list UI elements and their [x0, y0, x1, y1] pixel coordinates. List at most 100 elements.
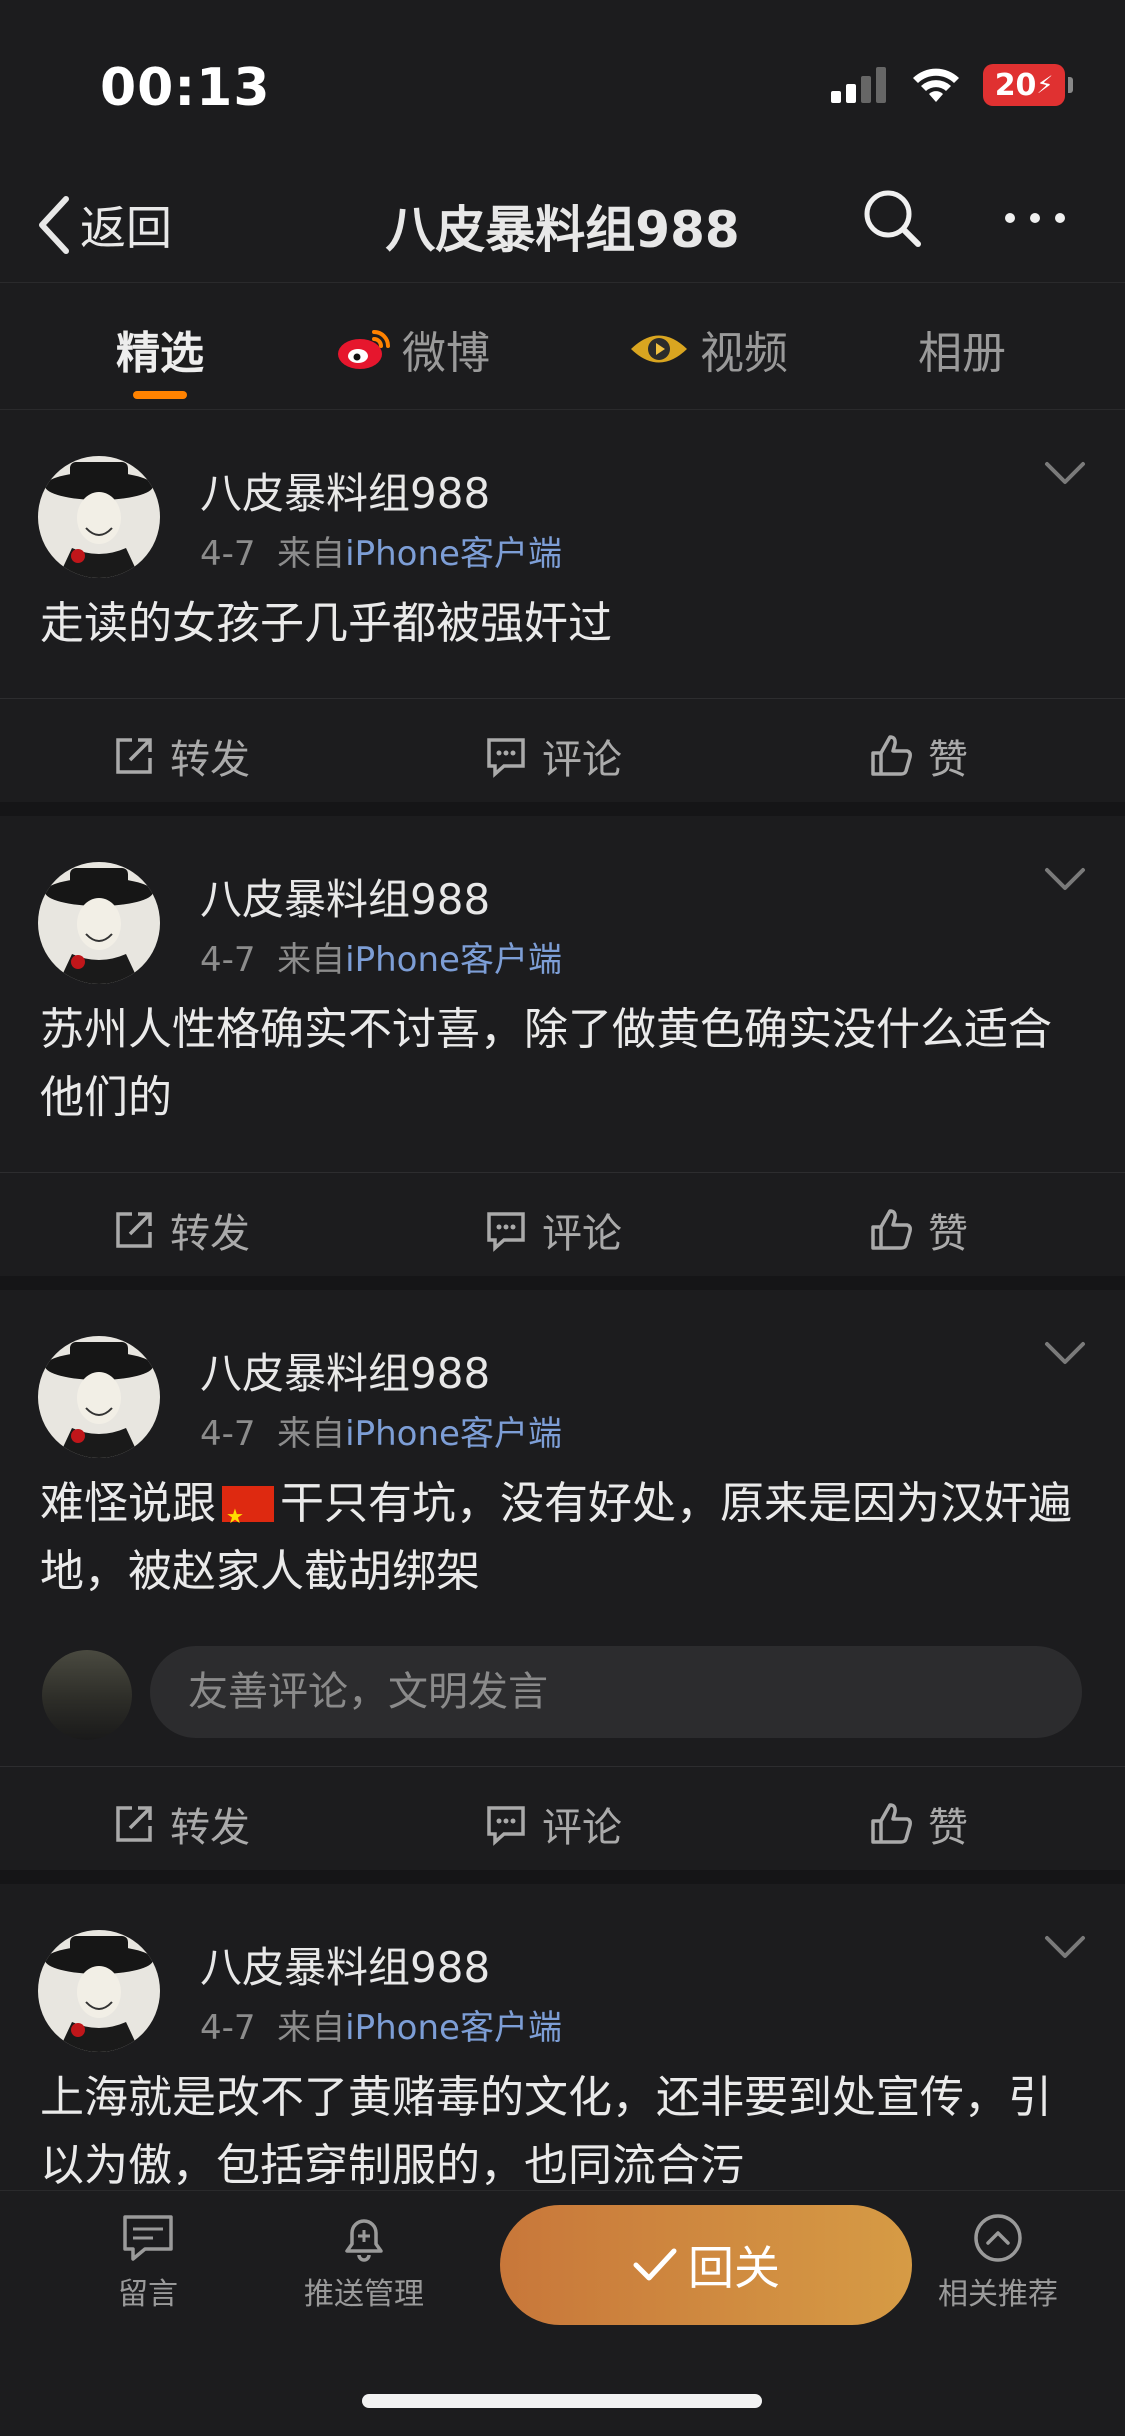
chevron-down-icon[interactable]: [1043, 1340, 1087, 1366]
thumbs-up-icon: [871, 1209, 912, 1250]
tab-weibo[interactable]: 微博: [336, 317, 490, 381]
author-name[interactable]: 八皮暴料组988: [200, 1934, 490, 1995]
repost-label: 转发: [170, 1805, 250, 1851]
like-label: 赞: [928, 1211, 968, 1257]
related-recommend-button[interactable]: 相关推荐: [918, 2211, 1078, 2313]
follow-back-button[interactable]: 回关: [500, 2205, 912, 2325]
repost-icon: [116, 1212, 152, 1248]
battery-level: 20: [994, 67, 1037, 103]
tab-featured[interactable]: 精选: [116, 317, 204, 381]
post-actions: 转发 评论 赞: [0, 1766, 1125, 1870]
comment-icon: [487, 738, 525, 778]
push-label: 推送管理: [304, 2277, 424, 2312]
post-text[interactable]: 走读的女孩子几乎都被强奸过: [0, 560, 1125, 658]
message-icon: [123, 2215, 173, 2261]
post-from: 来自: [277, 1414, 346, 1454]
post-header: 八皮暴料组988 4-7 来自iPhone客户端: [0, 816, 1125, 984]
video-eye-icon: [631, 335, 687, 363]
author-name[interactable]: 八皮暴料组988: [200, 866, 490, 927]
post-text[interactable]: 难怪说跟干只有坑，没有好处，原来是因为汉奸遍地，被赵家人截胡绑架: [0, 1440, 1125, 1606]
post-card: 八皮暴料组988 4-7 来自iPhone客户端 苏州人性格确实不讨喜，除了做黄…: [0, 816, 1125, 1290]
avatar-mask-image: [38, 456, 160, 578]
quick-comment-row: 友善评论，文明发言: [0, 1636, 1125, 1756]
repost-icon: [116, 1806, 152, 1842]
search-icon[interactable]: [860, 186, 924, 250]
post-header: 八皮暴料组988 4-7 来自iPhone客户端: [0, 1290, 1125, 1458]
avatar[interactable]: [38, 1930, 160, 2052]
tab-active-indicator: [133, 391, 187, 399]
repost-icon: [116, 738, 152, 774]
post-meta: 4-7 来自iPhone客户端: [200, 1406, 562, 1455]
author-name[interactable]: 八皮暴料组988: [200, 460, 490, 521]
like-label: 赞: [928, 1805, 968, 1851]
post-source[interactable]: iPhone客户端: [345, 940, 562, 980]
post-text[interactable]: 上海就是改不了黄赌毒的文化，还非要到处宣传，引以为傲，包括穿制服的，也同流合污: [0, 2034, 1125, 2190]
tab-video-label: 视频: [700, 328, 788, 379]
message-button[interactable]: 留言: [68, 2211, 228, 2313]
repost-button[interactable]: 转发: [112, 1201, 250, 1259]
comment-icon: [487, 1806, 525, 1846]
signal-icon: [831, 67, 886, 103]
repost-label: 转发: [170, 1211, 250, 1257]
status-time: 00:13: [100, 58, 271, 118]
post-card: 八皮暴料组988 4-7 来自iPhone客户端 上海就是改不了黄赌毒的文化，还…: [0, 1884, 1125, 2190]
repost-button[interactable]: 转发: [112, 1795, 250, 1853]
post-header: 八皮暴料组988 4-7 来自iPhone客户端: [0, 1884, 1125, 2052]
chevron-down-icon[interactable]: [1043, 866, 1087, 892]
post-actions: 转发 评论 赞: [0, 698, 1125, 802]
wifi-icon: [913, 68, 959, 102]
comment-input[interactable]: 友善评论，文明发言: [150, 1646, 1082, 1738]
check-icon: [633, 2248, 677, 2281]
avatar[interactable]: [38, 456, 160, 578]
tab-album-label: 相册: [918, 328, 1006, 379]
author-name[interactable]: 八皮暴料组988: [200, 1340, 490, 1401]
like-button[interactable]: 赞: [868, 1795, 968, 1853]
comment-label: 评论: [542, 737, 622, 783]
comment-button[interactable]: 评论: [484, 727, 622, 785]
like-button[interactable]: 赞: [868, 1201, 968, 1259]
thumbs-up-icon: [871, 735, 912, 776]
more-icon[interactable]: [1000, 186, 1070, 250]
weibo-icon: [338, 330, 390, 369]
post-feed: 八皮暴料组988 4-7 来自iPhone客户端 走读的女孩子几乎都被强奸过 转…: [0, 410, 1125, 2190]
post-header: 八皮暴料组988 4-7 来自iPhone客户端: [0, 410, 1125, 578]
like-label: 赞: [928, 737, 968, 783]
post-actions: 转发 评论 赞: [0, 1172, 1125, 1276]
tab-album[interactable]: 相册: [918, 317, 1006, 381]
post-source[interactable]: iPhone客户端: [345, 534, 562, 574]
battery-icon: 20 ⚡: [983, 64, 1073, 106]
avatar[interactable]: [38, 862, 160, 984]
comment-button[interactable]: 评论: [484, 1795, 622, 1853]
nav-bar: 返回 八皮暴料组988: [0, 170, 1125, 282]
tab-video[interactable]: 视频: [628, 317, 788, 381]
my-avatar: [42, 1650, 132, 1740]
repost-label: 转发: [170, 737, 250, 783]
chevron-down-icon[interactable]: [1043, 1934, 1087, 1960]
china-flag-icon: [222, 1482, 274, 1550]
home-indicator[interactable]: [362, 2394, 762, 2408]
bell-plus-icon: [345, 2219, 383, 2262]
post-from: 来自: [277, 940, 346, 980]
post-card: 八皮暴料组988 4-7 来自iPhone客户端 走读的女孩子几乎都被强奸过 转…: [0, 410, 1125, 816]
avatar[interactable]: [38, 1336, 160, 1458]
post-date: 4-7: [200, 2008, 256, 2048]
avatar-mask-image: [38, 862, 160, 984]
comment-label: 评论: [542, 1805, 622, 1851]
status-bar: 00:13 20 ⚡: [0, 0, 1125, 170]
repost-button[interactable]: 转发: [112, 727, 250, 785]
message-label: 留言: [118, 2277, 178, 2312]
post-source[interactable]: iPhone客户端: [345, 2008, 562, 2048]
push-settings-button[interactable]: 推送管理: [284, 2211, 444, 2313]
post-meta: 4-7 来自iPhone客户端: [200, 526, 562, 575]
post-meta: 4-7 来自iPhone客户端: [200, 932, 562, 981]
thumbs-up-icon: [871, 1803, 912, 1844]
profile-tabs: 精选 微博 视频 相册: [0, 282, 1125, 410]
post-text[interactable]: 苏州人性格确实不讨喜，除了做黄色确实没什么适合他们的: [0, 966, 1125, 1132]
post-date: 4-7: [200, 940, 256, 980]
chevron-down-icon[interactable]: [1043, 460, 1087, 486]
comment-button[interactable]: 评论: [484, 1201, 622, 1259]
like-button[interactable]: 赞: [868, 727, 968, 785]
post-source[interactable]: iPhone客户端: [345, 1414, 562, 1454]
post-meta: 4-7 来自iPhone客户端: [200, 2000, 562, 2049]
page-title: 八皮暴料组988: [385, 201, 740, 259]
